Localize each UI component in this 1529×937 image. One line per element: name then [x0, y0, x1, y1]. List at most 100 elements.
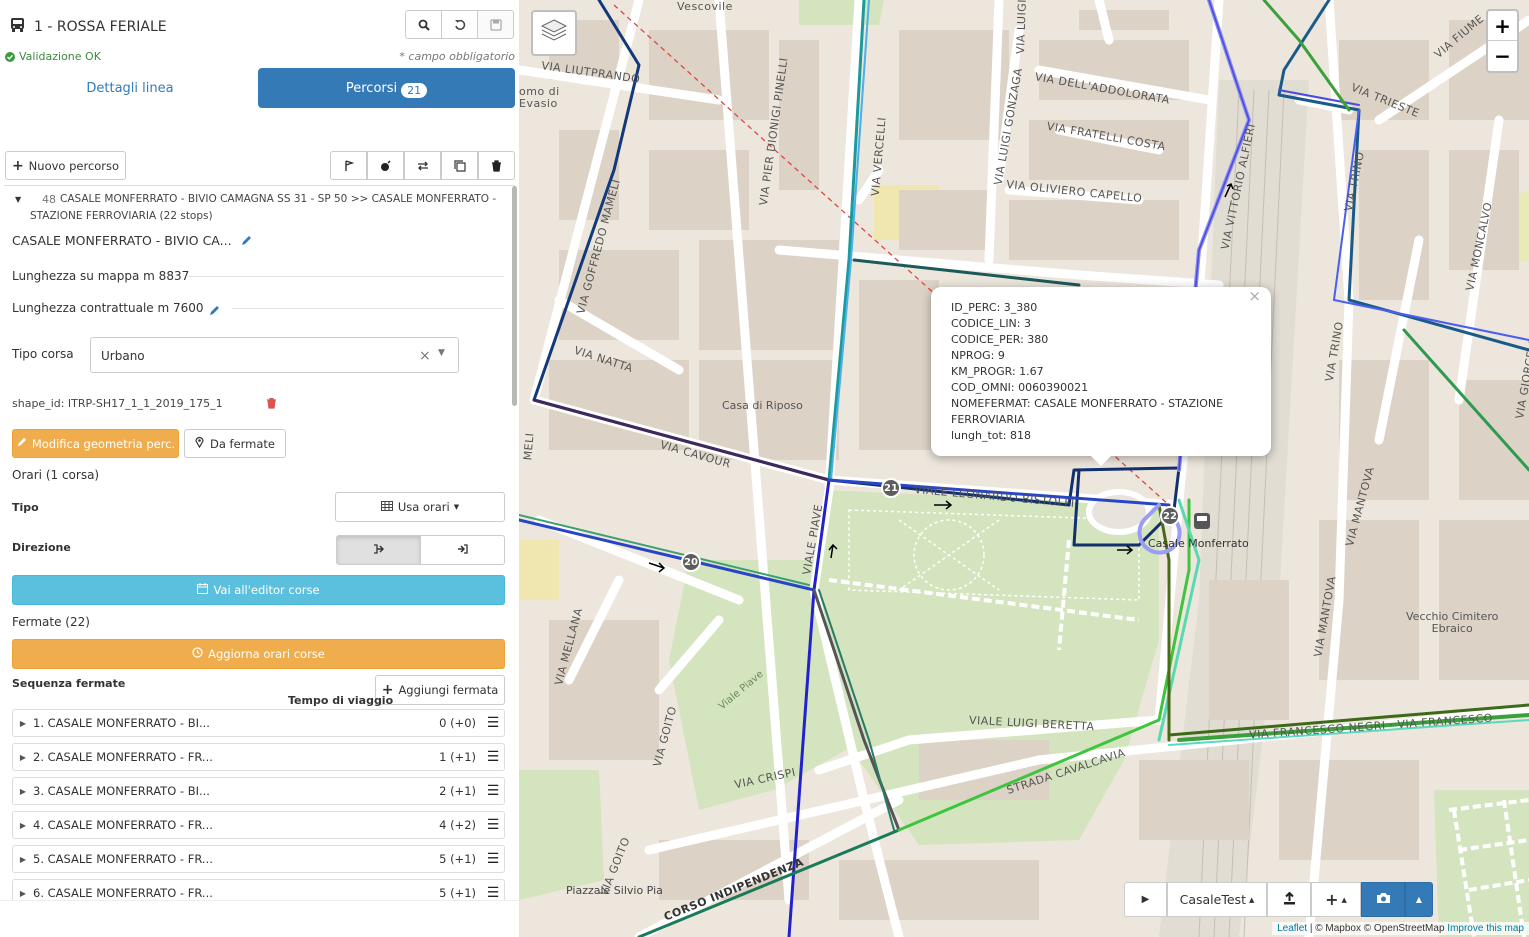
expand-caret-icon[interactable]: ▶: [13, 753, 33, 762]
popup-line: KM_PROGR: 1.67: [951, 365, 1044, 378]
expand-caret-icon[interactable]: ▶: [13, 889, 33, 898]
drag-handle-icon[interactable]: ☰: [482, 851, 504, 867]
layers-control[interactable]: [531, 10, 577, 56]
stop-travel-time: 2 (+1): [439, 784, 476, 798]
layer-select-button[interactable]: CasaleTest ▲: [1167, 882, 1267, 917]
edit-name-pencil-icon[interactable]: [240, 235, 252, 250]
line-title: 1 - ROSSA FERIALE: [34, 19, 167, 35]
stop-name: 4. CASALE MONFERRATO - FR...: [33, 818, 213, 832]
stop-row[interactable]: ▶ 2. CASALE MONFERRATO - FR... 1 (+1) ☰: [12, 743, 505, 771]
shape-id: shape_id: ITRP-SH17_1_1_2019_175_1: [12, 397, 223, 410]
new-route-button[interactable]: + Nuovo percorso: [5, 151, 126, 180]
search-button[interactable]: [405, 10, 442, 39]
drag-handle-icon[interactable]: ☰: [482, 885, 504, 900]
stop-row[interactable]: ▶ 3. CASALE MONFERRATO - BI... 2 (+1) ☰: [12, 777, 505, 805]
add-stop-button[interactable]: + Aggiungi fermata: [375, 675, 505, 705]
stop-row[interactable]: ▶ 1. CASALE MONFERRATO - BI... 0 (+0) ☰: [12, 709, 505, 737]
trip-editor-button[interactable]: Vai all'editor corse: [12, 575, 505, 605]
trip-type-value: Urbano: [101, 349, 145, 363]
trash-icon: [491, 159, 502, 172]
drag-handle-icon[interactable]: ☰: [482, 749, 504, 765]
chevron-down-icon[interactable]: ▼: [438, 348, 445, 358]
stop-row[interactable]: ▶ 5. CASALE MONFERRATO - FR... 5 (+1) ☰: [12, 845, 505, 873]
stop-marker-21[interactable]: 21: [881, 478, 901, 498]
delete-shape-icon[interactable]: [267, 397, 276, 412]
collapse-caret-icon[interactable]: ▼: [15, 195, 21, 204]
from-stops-button[interactable]: Da fermate: [184, 429, 286, 458]
contract-length: Lunghezza contrattuale m 7600: [12, 301, 204, 315]
expand-caret-icon[interactable]: ▶: [13, 821, 33, 830]
popup-close-icon[interactable]: ×: [1248, 288, 1261, 304]
use-schedules-label: Usa orari: [397, 500, 450, 514]
search-icon: [418, 19, 430, 31]
direction-inbound-button[interactable]: [420, 535, 505, 565]
route-tools: [330, 151, 515, 180]
zoom-out-button[interactable]: −: [1488, 41, 1517, 71]
bomb-button[interactable]: [367, 151, 404, 180]
expand-button[interactable]: ▶: [1124, 882, 1167, 917]
stop-row[interactable]: ▶ 4. CASALE MONFERRATO - FR... 4 (+2) ☰: [12, 811, 505, 839]
map-label: Vescovile: [677, 0, 733, 13]
clock-icon: [192, 647, 203, 661]
stop-row[interactable]: ▶ 6. CASALE MONFERRATO - FR... 5 (+1) ☰: [12, 879, 505, 900]
leaflet-link[interactable]: Leaflet: [1277, 923, 1307, 934]
check-circle-icon: [5, 52, 15, 62]
improve-map-link[interactable]: Improve this map: [1447, 923, 1524, 934]
undo-button[interactable]: [441, 10, 478, 39]
trip-type-label: Tipo corsa: [12, 347, 74, 361]
edit-geometry-button[interactable]: Modifica geometria perc.: [12, 429, 179, 458]
map-canvas: [519, 0, 1529, 937]
stop-marker-20[interactable]: 20: [681, 552, 701, 572]
copy-button[interactable]: [441, 151, 478, 180]
stop-travel-time: 4 (+2): [439, 818, 476, 832]
expand-caret-icon[interactable]: ▶: [13, 787, 33, 796]
stop-name: 3. CASALE MONFERRATO - BI...: [33, 784, 210, 798]
stop-travel-time: 1 (+1): [439, 750, 476, 764]
map-length: Lunghezza su mappa m 8837: [12, 269, 190, 283]
drag-handle-icon[interactable]: ☰: [482, 715, 504, 731]
required-note: * campo obbligatorio: [399, 50, 515, 63]
add-menu-button[interactable]: + ▲: [1311, 882, 1361, 917]
panel-footer: [0, 900, 519, 937]
panel-scrollbar[interactable]: [512, 186, 517, 406]
screenshot-options-button[interactable]: ▲: [1405, 882, 1433, 917]
stop-marker-22[interactable]: 22: [1160, 506, 1180, 526]
map[interactable]: Vescovile VIA LIUTPRANDO omo di Evasio V…: [519, 0, 1529, 937]
from-stops-label: Da fermate: [209, 436, 276, 451]
swap-button[interactable]: [404, 151, 441, 180]
caret-right-icon: ▶: [1141, 894, 1150, 905]
expand-caret-icon[interactable]: ▶: [13, 855, 33, 864]
edit-length-pencil-icon[interactable]: [208, 305, 220, 320]
popup-line: lungh_tot: 818: [951, 429, 1032, 442]
route-panel: 1 - ROSSA FERIALE Validazione OK * campo…: [0, 0, 519, 900]
edit-geometry-label: Modifica geometria perc.: [31, 436, 176, 451]
flag-button[interactable]: [330, 151, 367, 180]
trip-type-select[interactable]: Urbano × ▼: [90, 337, 459, 373]
divider: [232, 308, 504, 309]
use-schedules-dropdown[interactable]: Usa orari ▼: [335, 492, 505, 522]
stop-name: 6. CASALE MONFERRATO - FR...: [33, 886, 213, 900]
route-id: 48: [42, 193, 56, 206]
direction-label: Direzione: [12, 541, 71, 554]
save-button[interactable]: [477, 10, 514, 39]
drag-handle-icon[interactable]: ☰: [482, 817, 504, 833]
camera-icon: [1376, 892, 1391, 907]
expand-caret-icon[interactable]: ▶: [13, 719, 33, 728]
popup-line: NPROG: 9: [951, 349, 1005, 362]
caret-up-icon: ▲: [1341, 895, 1347, 904]
screenshot-button[interactable]: [1361, 882, 1405, 917]
tab-routes[interactable]: Percorsi 21: [258, 68, 515, 108]
floppy-icon: [489, 18, 502, 31]
tab-details-label: Dettagli linea: [86, 80, 174, 96]
clear-icon[interactable]: ×: [419, 348, 431, 364]
drag-handle-icon[interactable]: ☰: [482, 783, 504, 799]
delete-route-button[interactable]: [478, 151, 515, 180]
update-schedules-label: Aggiorna orari corse: [208, 647, 325, 661]
upload-button[interactable]: [1267, 882, 1311, 917]
copy-icon: [453, 159, 466, 172]
stop-travel-time: 5 (+1): [439, 852, 476, 866]
update-schedules-button[interactable]: Aggiorna orari corse: [12, 639, 505, 669]
direction-outbound-button[interactable]: [336, 535, 421, 565]
tab-details[interactable]: Dettagli linea: [4, 68, 256, 108]
zoom-in-button[interactable]: +: [1488, 11, 1517, 41]
